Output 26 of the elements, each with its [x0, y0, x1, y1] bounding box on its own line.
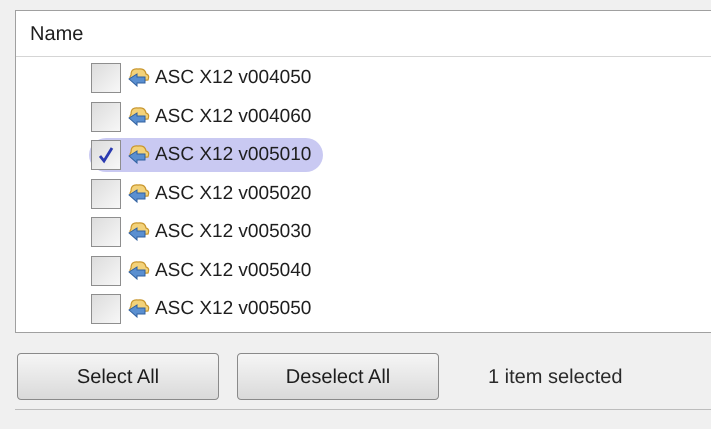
checkbox[interactable] [91, 294, 121, 324]
tree-item[interactable]: ASC X12 v005020 [89, 176, 324, 211]
deselect-all-button[interactable]: Deselect All [237, 353, 439, 400]
tree-item[interactable]: ASC X12 v005050 [89, 292, 324, 326]
checkbox[interactable] [91, 63, 121, 94]
item-label: ASC X12 v005050 [155, 297, 312, 321]
checkbox[interactable] [91, 217, 121, 248]
checkbox[interactable] [91, 256, 121, 286]
checkbox[interactable] [91, 140, 121, 170]
item-label: ASC X12 v004050 [155, 66, 312, 90]
item-label: ASC X12 v005020 [155, 182, 312, 206]
select-all-button[interactable]: Select All [17, 353, 219, 400]
checkmark-icon [96, 145, 116, 166]
tree-item[interactable]: ASC X12 v004050 [89, 61, 324, 96]
checkbox[interactable] [91, 102, 121, 132]
item-label: ASC X12 v005010 [155, 143, 312, 167]
checkbox[interactable] [91, 178, 121, 209]
item-label: ASC X12 v005040 [155, 258, 312, 282]
tree-item[interactable]: ASC X12 v005040 [89, 254, 324, 288]
tree-item[interactable]: ASC X12 v005030 [89, 215, 324, 250]
item-label: ASC X12 v005030 [155, 220, 312, 244]
column-header[interactable]: Name [30, 18, 84, 48]
tree-item[interactable]: ASC X12 v004060 [89, 100, 324, 134]
selection-status: 1 item selected [488, 364, 623, 390]
tree-item[interactable]: ASC X12 v005010 [89, 138, 324, 172]
item-label: ASC X12 v004060 [155, 104, 312, 128]
